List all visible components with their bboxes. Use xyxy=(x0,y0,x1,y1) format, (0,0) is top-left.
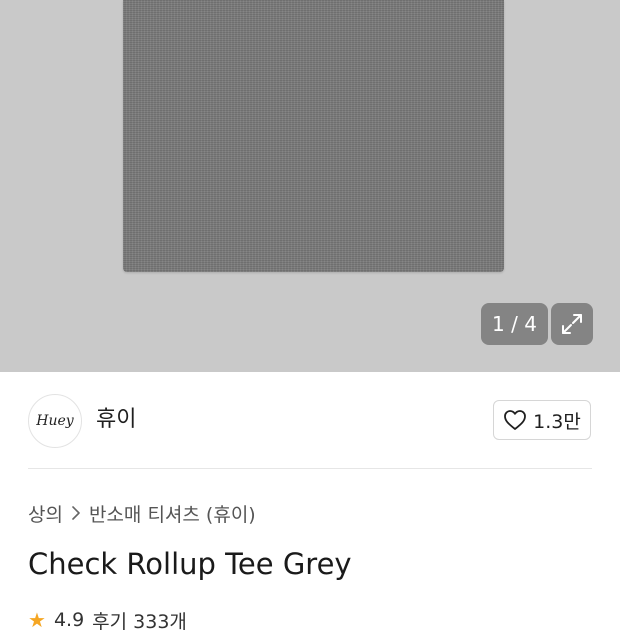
breadcrumb-subcategory[interactable]: 반소매 티셔츠 (휴이) xyxy=(89,500,256,527)
breadcrumb: 상의 반소매 티셔츠 (휴이) xyxy=(28,499,256,527)
product-photo-grey-tee xyxy=(123,0,504,272)
store-logo-text: Huey xyxy=(36,413,74,429)
rating-score: 4.9 xyxy=(53,609,85,631)
chevron-right-icon xyxy=(72,506,80,520)
image-counter: 1 / 4 xyxy=(481,303,548,345)
product-title: Check Rollup Tee Grey xyxy=(28,547,352,581)
store-row: Huey 휴이 1.3만 xyxy=(0,372,620,468)
divider xyxy=(28,468,592,469)
store-name[interactable]: 휴이 xyxy=(96,406,136,434)
product-image-gallery[interactable]: 1 / 4 xyxy=(0,0,620,372)
expand-icon xyxy=(562,314,582,334)
rating-row[interactable]: ★ 4.9 후기 333개 xyxy=(28,606,187,634)
store-logo[interactable]: Huey xyxy=(28,394,82,448)
star-icon: ★ xyxy=(28,608,46,632)
like-button[interactable]: 1.3만 xyxy=(493,400,591,440)
expand-button[interactable] xyxy=(551,303,593,345)
heart-icon xyxy=(504,410,527,430)
breadcrumb-category[interactable]: 상의 xyxy=(28,500,63,527)
review-count: 후기 333개 xyxy=(92,610,187,633)
like-count: 1.3만 xyxy=(533,410,581,433)
